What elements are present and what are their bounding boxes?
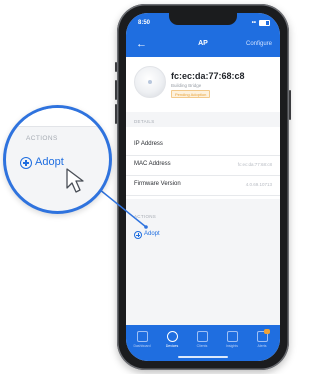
- zoom-section-label: ACTIONS: [26, 135, 58, 142]
- divider: [6, 126, 109, 127]
- zoom-header-area: [6, 108, 109, 126]
- zoom-adopt-label: Adopt: [35, 156, 64, 168]
- callout-dot: [144, 225, 148, 229]
- pointer-cursor-icon: [66, 168, 84, 193]
- callout-line: [93, 184, 147, 228]
- zoom-callout: ACTIONS Adopt: [3, 105, 112, 214]
- plus-circle-icon: [20, 157, 32, 169]
